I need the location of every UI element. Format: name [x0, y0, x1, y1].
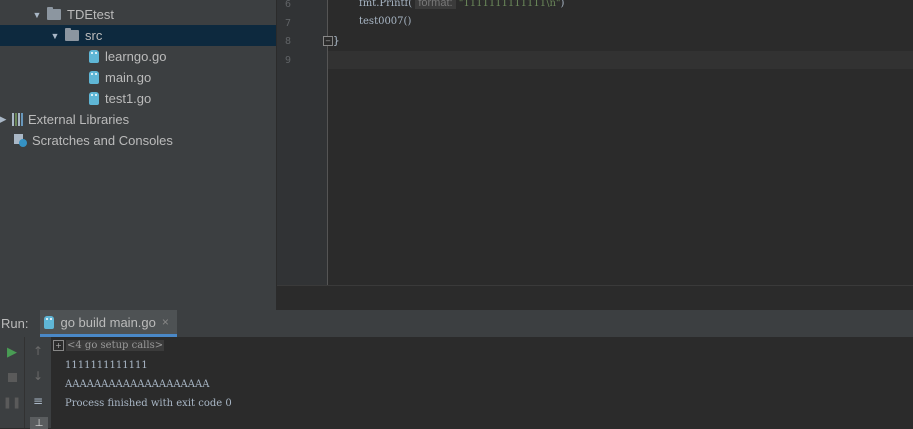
code-paren: ) [560, 0, 565, 9]
line-number: 9 [284, 55, 291, 66]
scroll-to-end-icon[interactable]: ⊥ [30, 417, 48, 429]
file-label-main: main.go [105, 70, 152, 85]
file-label-learngo: learngo.go [105, 49, 167, 64]
console-line: Process finished with exit code 0 [65, 398, 232, 409]
pause-icon[interactable]: ❚❚ [3, 394, 21, 410]
editor-gutter: 6 7 8 9 [277, 0, 327, 285]
stop-icon[interactable] [4, 369, 20, 385]
run-tool-window: Run: go build main.go × ▶ ❚❚ ↑ ↓ ≡ ⊥ + <… [0, 310, 913, 429]
code-editor[interactable]: 6 7 8 9 − } fmt.Printf( format: "1111111… [277, 0, 913, 310]
editor-bottom-border [277, 285, 913, 286]
line-number: 7 [284, 18, 291, 29]
collapsed-setup-calls[interactable]: + <4 go setup calls> [53, 340, 165, 351]
line-number: 6 [284, 0, 291, 10]
rerun-play-icon[interactable]: ▶ [4, 344, 20, 360]
tree-node-main[interactable]: main.go [0, 67, 276, 88]
tree-node-learngo[interactable]: learngo.go [0, 46, 276, 67]
tree-label-external-libraries: External Libraries [28, 112, 130, 127]
run-tab-title: go build main.go [60, 314, 156, 330]
go-file-icon [89, 50, 99, 63]
tree-label-tdetest: TDEtest [67, 7, 114, 22]
code-closing-brace: } [333, 34, 340, 47]
library-icon [12, 113, 23, 126]
file-label-test1: test1.go [105, 91, 152, 106]
tree-label-src: src [85, 28, 103, 43]
close-icon[interactable]: × [162, 315, 169, 329]
line-number: 8 [284, 36, 291, 47]
code-call: fmt.Printf( [359, 0, 413, 9]
go-file-icon [89, 92, 99, 105]
soft-wrap-icon[interactable]: ≡ [30, 393, 46, 409]
code-string: "1111111111111\n" [458, 0, 561, 9]
code-line-7: test0007() [359, 16, 412, 27]
collapsed-setup-calls-text: <4 go setup calls> [66, 340, 165, 351]
expand-icon[interactable]: + [53, 340, 64, 351]
console-output[interactable]: + <4 go setup calls> 1111111111111 AAAAA… [51, 337, 913, 428]
console-line: AAAAAAAAAAAAAAAAAAAA [65, 379, 210, 390]
arrow-down-icon[interactable]: ↓ [30, 368, 46, 384]
tree-node-tdetest[interactable]: ▼ TDEtest [0, 4, 276, 25]
arrow-up-icon[interactable]: ↑ [30, 343, 46, 359]
go-file-icon [44, 315, 55, 329]
tree-node-scratches[interactable]: Scratches and Consoles [0, 130, 276, 151]
run-toolbar: ▶ ❚❚ [0, 337, 24, 428]
run-tab[interactable]: go build main.go × [40, 310, 177, 337]
folder-icon [47, 7, 61, 20]
parameter-hint: format: [415, 0, 456, 9]
run-header: Run: go build main.go × [0, 310, 913, 337]
scratches-icon [14, 134, 27, 147]
chevron-down-icon[interactable]: ▼ [50, 31, 60, 41]
tree-node-src[interactable]: ▼ src [0, 25, 276, 46]
go-file-icon [89, 71, 99, 84]
console-line: 1111111111111 [65, 360, 148, 371]
current-line-highlight [328, 51, 913, 69]
chevron-right-icon[interactable]: ▶ [0, 114, 8, 125]
project-tool-window: ▼ TDEtest ▼ src learngo.go main.go test1… [0, 0, 276, 310]
chevron-down-icon[interactable]: ▼ [32, 10, 42, 20]
fold-marker-icon[interactable]: − [323, 36, 333, 46]
code-line-6: fmt.Printf( format: "1111111111111\n") [359, 0, 564, 9]
tree-node-test1[interactable]: test1.go [0, 88, 276, 109]
run-label: Run: [1, 316, 29, 331]
run-toolbar-secondary: ↑ ↓ ≡ ⊥ [24, 337, 51, 429]
folder-icon [65, 28, 79, 41]
tree-node-external-libraries[interactable]: ▶ External Libraries [0, 109, 276, 130]
tree-label-scratches: Scratches and Consoles [32, 133, 173, 148]
